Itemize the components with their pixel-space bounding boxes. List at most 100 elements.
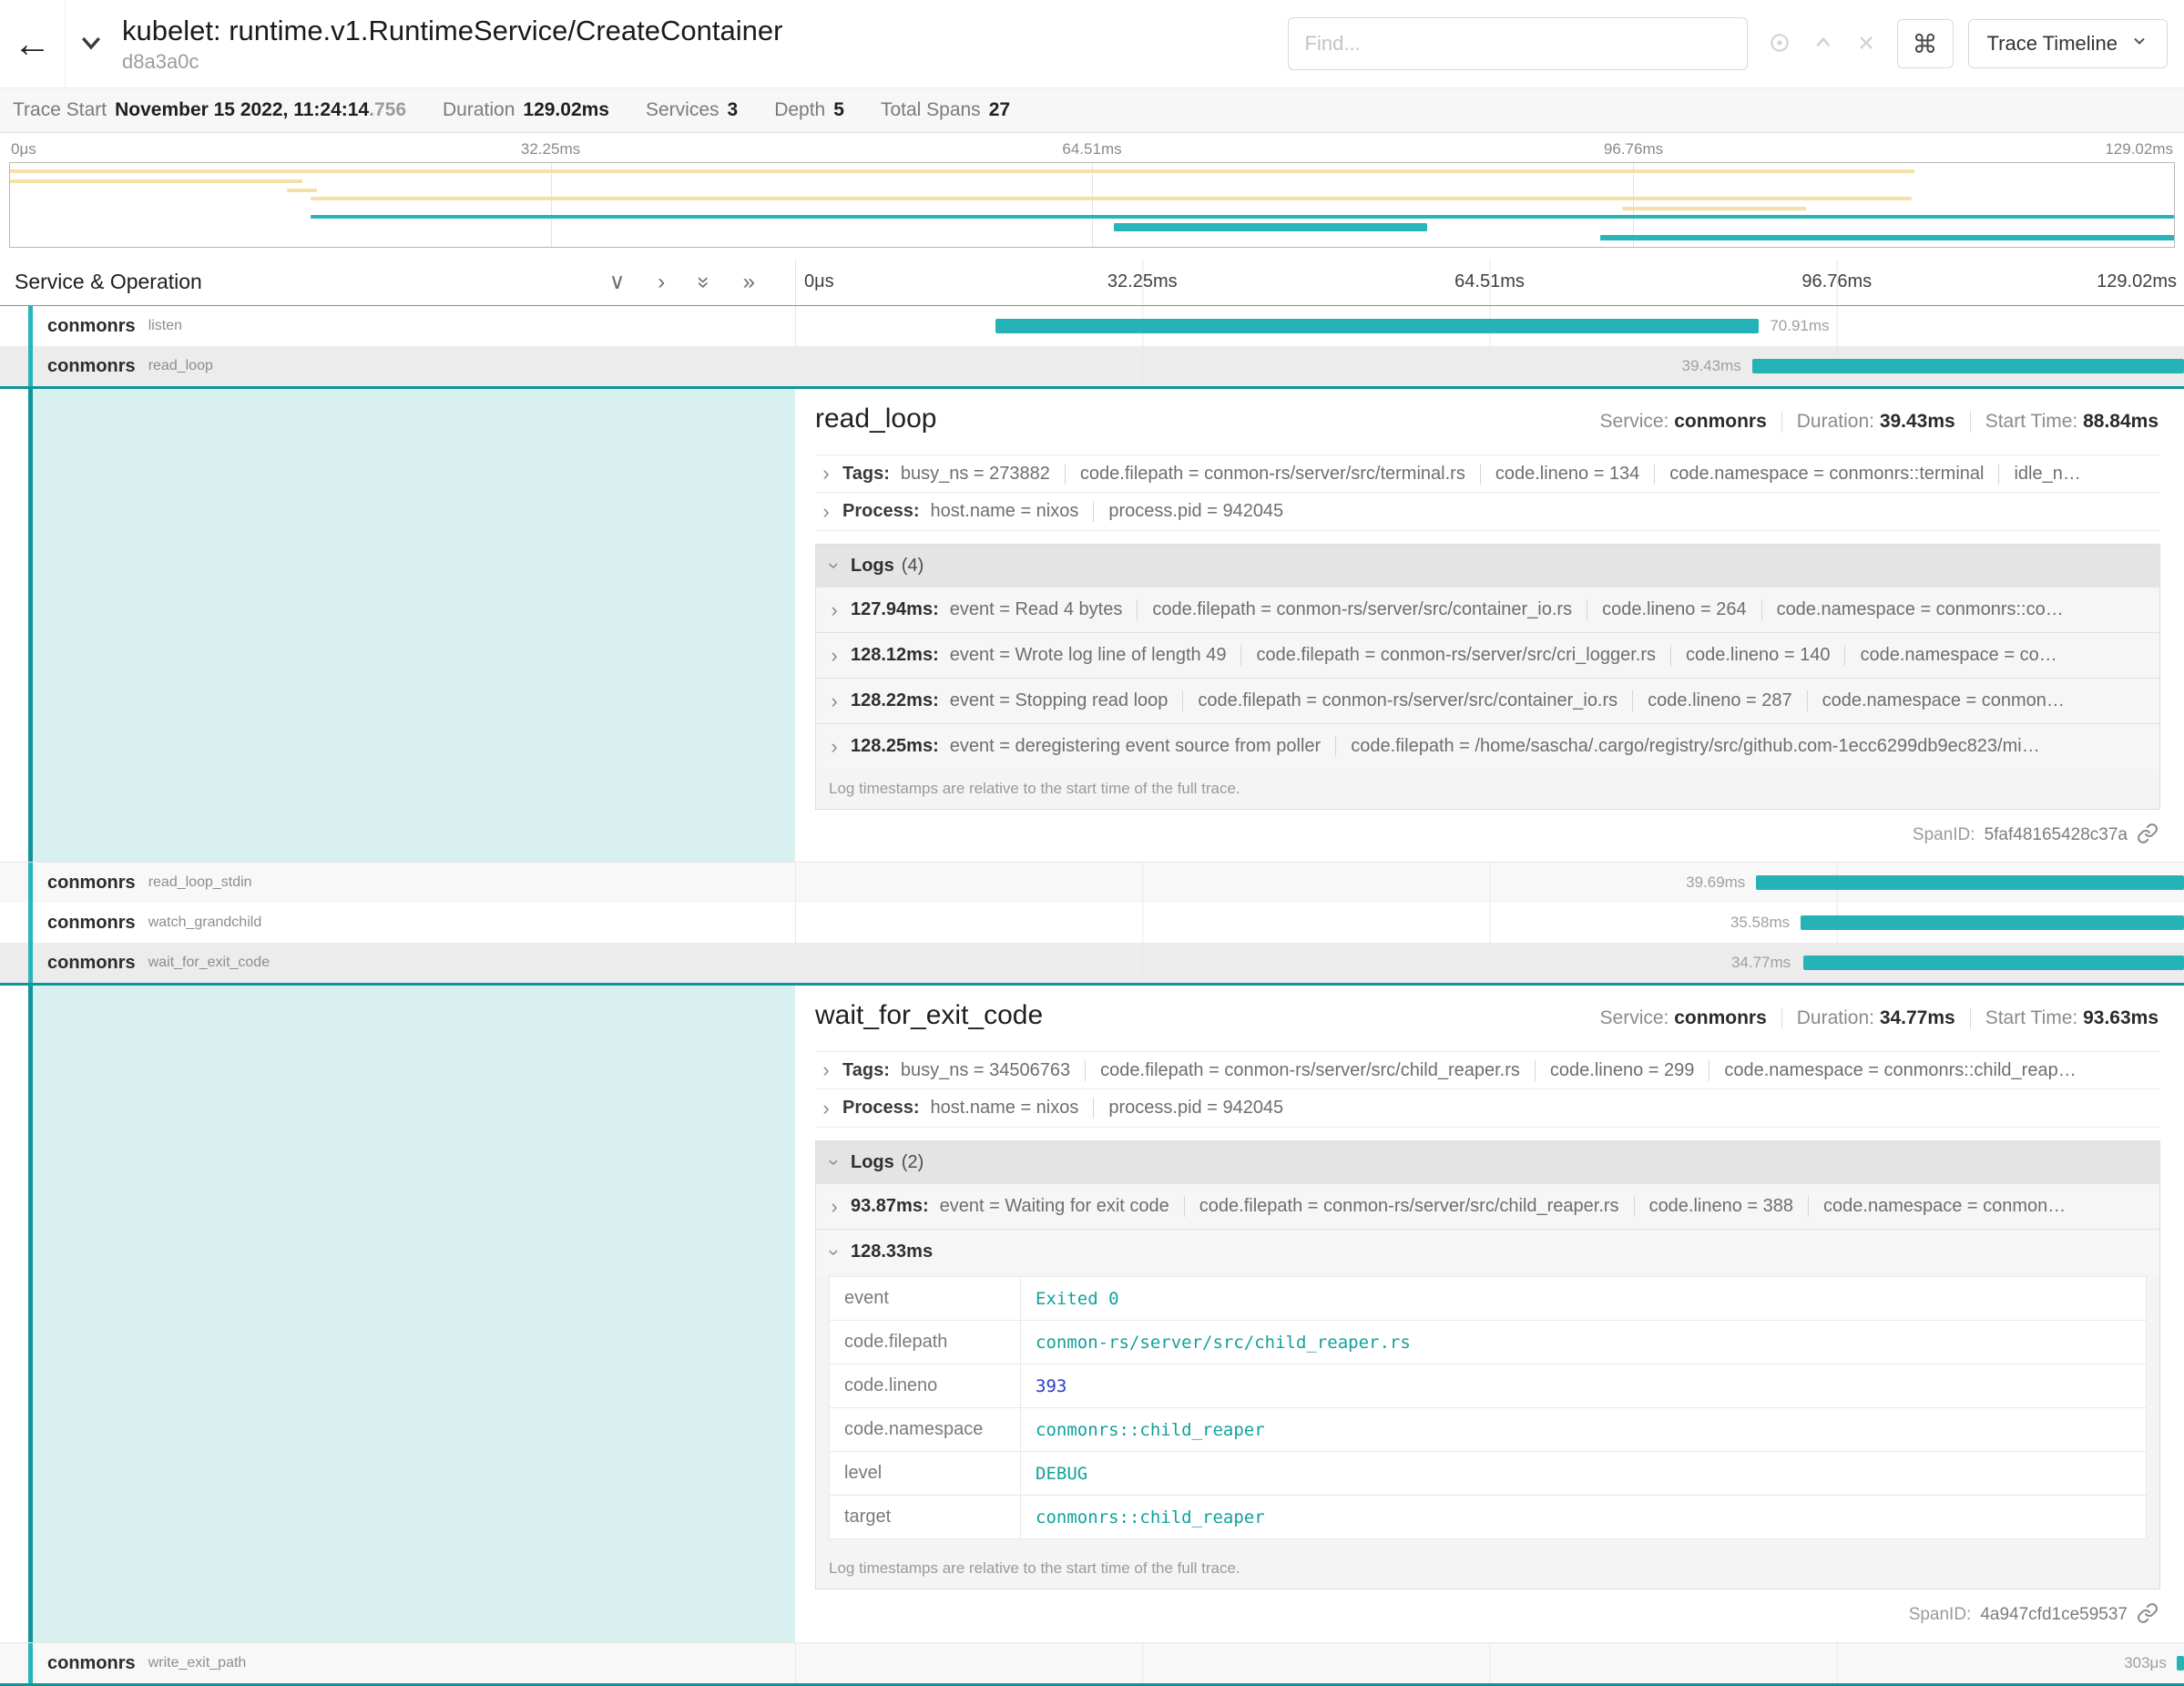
trace-minimap[interactable] [9,162,2175,248]
minimap-span-bar [10,169,1914,173]
span-bar[interactable] [1803,955,2184,970]
prev-match-button[interactable] [1811,31,1835,57]
clear-find-button[interactable] [1855,32,1877,56]
log-field: code.lineno = 264 [1587,599,1746,620]
log-timestamp: 128.33ms [851,1242,933,1262]
services-label: Services [646,99,719,121]
span-detail-read-loop: read_loop Service: conmonrs Duration: 39… [0,389,2184,863]
log-entry-row-expanded[interactable]: › 128.33ms [816,1229,2159,1274]
detail-left-highlight [28,389,795,862]
log-entry-row[interactable]: › 128.22ms: event = Stopping read loop c… [816,678,2159,723]
minimap-tick: 129.02ms [2105,140,2173,158]
span-id-label: SpanID: [1909,1605,1972,1625]
span-row-write-exit-path: conmonrs write_exit_path 303μs [0,1643,2184,1686]
span-bar[interactable] [2177,1656,2184,1671]
span-operation: wait_for_exit_code [148,955,270,971]
log-field: code.namespace = conmonrs::co… [1761,599,2064,620]
log-timestamp: 128.25ms: [851,736,939,757]
minimap-span-bar [311,215,2174,219]
span-name-cell[interactable]: conmonrs wait_for_exit_code [0,943,795,983]
link-icon [2137,1602,2158,1627]
log-field: code.filepath = conmon-rs/server/src/cri… [1240,645,1656,666]
find-input[interactable] [1288,17,1748,70]
collapse-header-button[interactable] [66,0,117,87]
chevron-right-icon: › [823,690,845,713]
log-entry-row[interactable]: › 128.25ms: event = deregistering event … [816,723,2159,769]
kv-value: DEBUG [1021,1452,2147,1496]
process-field: host.name = nixos [931,501,1079,522]
trace-view-label: Trace Timeline [1987,32,2118,56]
chevron-right-icon: › [823,644,845,668]
span-name-cell[interactable]: conmonrs write_exit_path [0,1643,795,1683]
span-bar-cell[interactable]: 39.43ms [795,346,2184,386]
span-bar-cell[interactable]: 303μs [795,1643,2184,1683]
log-field: event = Stopping read loop [950,690,1169,711]
span-bar[interactable] [1801,915,2184,930]
back-button[interactable]: ← [0,0,66,87]
expand-one-button[interactable]: › [658,271,665,293]
detail-left-highlight [28,986,795,1642]
span-bar-cell[interactable]: 35.58ms [795,903,2184,943]
detail-service: Service: conmonrs [1586,1007,1781,1029]
span-service: conmonrs [47,356,136,377]
log-field: code.filepath = conmon-rs/server/src/con… [1182,690,1618,711]
span-name-cell[interactable]: conmonrs read_loop_stdin [0,863,795,903]
span-bar[interactable] [995,319,1760,333]
tag-field: busy_ns = 34506763 [901,1060,1070,1081]
span-service: conmonrs [47,913,136,934]
span-name-cell[interactable]: conmonrs read_loop [0,346,795,386]
copy-span-link-button[interactable] [2137,823,2158,847]
process-accordion[interactable]: › Process: host.name = nixos process.pid… [815,1089,2160,1128]
process-accordion[interactable]: › Process: host.name = nixos process.pid… [815,493,2160,531]
span-service: conmonrs [47,1653,136,1674]
log-field: code.filepath = /home/sascha/.cargo/regi… [1335,736,2040,757]
log-field: code.lineno = 287 [1632,690,1791,711]
tags-accordion[interactable]: › Tags: busy_ns = 273882 code.filepath =… [815,455,2160,493]
span-bar[interactable] [1756,875,2184,890]
span-duration-label: 39.43ms [1682,357,1741,375]
minimap-tick: 32.25ms [521,140,580,158]
span-bar-cell[interactable]: 70.91ms [795,306,2184,346]
span-row-read-loop-stdin: conmonrs read_loop_stdin 39.69ms [0,863,2184,903]
span-bar-cell[interactable]: 34.77ms [795,943,2184,983]
axis-tick: 129.02ms [2097,271,2177,292]
logs-header[interactable]: › Logs (2) [816,1141,2159,1183]
trace-id: d8a3a0c [122,50,782,73]
chevron-right-icon: › [823,1195,845,1219]
tag-field: code.filepath = conmon-rs/server/src/ter… [1065,464,1465,485]
log-field: code.filepath = conmon-rs/server/src/chi… [1184,1196,1619,1217]
services-value: 3 [728,99,739,121]
focus-match-button[interactable] [1768,31,1791,57]
log-entry-row[interactable]: › 128.12ms: event = Wrote log line of le… [816,632,2159,678]
span-bar-cell[interactable]: 39.69ms [795,863,2184,903]
span-name-cell[interactable]: conmonrs watch_grandchild [0,903,795,943]
expand-all-button[interactable]: » [743,271,755,293]
span-service: conmonrs [47,953,136,974]
log-entry-row[interactable]: › 127.94ms: event = Read 4 bytes code.fi… [816,587,2159,632]
collapse-one-button[interactable]: ∨ [609,271,626,293]
log-entry-row[interactable]: › 93.87ms: event = Waiting for exit code… [816,1183,2159,1229]
detail-duration: Duration: 34.77ms [1781,1007,1970,1029]
axis-tick: 0μs [804,271,834,292]
span-name-cell[interactable]: conmonrs listen [0,306,795,346]
tags-label: Tags: [842,464,890,485]
log-field: event = Read 4 bytes [950,599,1123,620]
tags-accordion[interactable]: › Tags: busy_ns = 34506763 code.filepath… [815,1051,2160,1089]
copy-span-link-button[interactable] [2137,1602,2158,1627]
span-bar[interactable] [1752,359,2184,373]
detail-header: wait_for_exit_code Service: conmonrs Dur… [815,1000,2160,1047]
tag-field: code.namespace = conmonrs::child_reap… [1709,1060,2076,1081]
detail-meta: Service: conmonrs Duration: 39.43ms Star… [1586,411,2160,433]
kv-value: 393 [1021,1364,2147,1408]
chevron-down-icon: ∨ [609,270,626,294]
logs-header[interactable]: › Logs (4) [816,545,2159,587]
minimap-gridline [551,163,552,247]
trace-view-selector[interactable]: Trace Timeline [1968,19,2168,68]
collapse-all-button[interactable]: » [698,271,709,293]
tag-field: code.filepath = conmon-rs/server/src/chi… [1085,1060,1520,1081]
kv-value: conmonrs::child_reaper [1021,1496,2147,1539]
span-id-label: SpanID: [1913,825,1975,845]
keyboard-shortcuts-button[interactable]: ⌘ [1897,19,1954,68]
trace-duration: Duration 129.02ms [443,99,609,121]
log-key-value-table: event Exited 0 code.filepath conmon-rs/s… [829,1276,2147,1539]
